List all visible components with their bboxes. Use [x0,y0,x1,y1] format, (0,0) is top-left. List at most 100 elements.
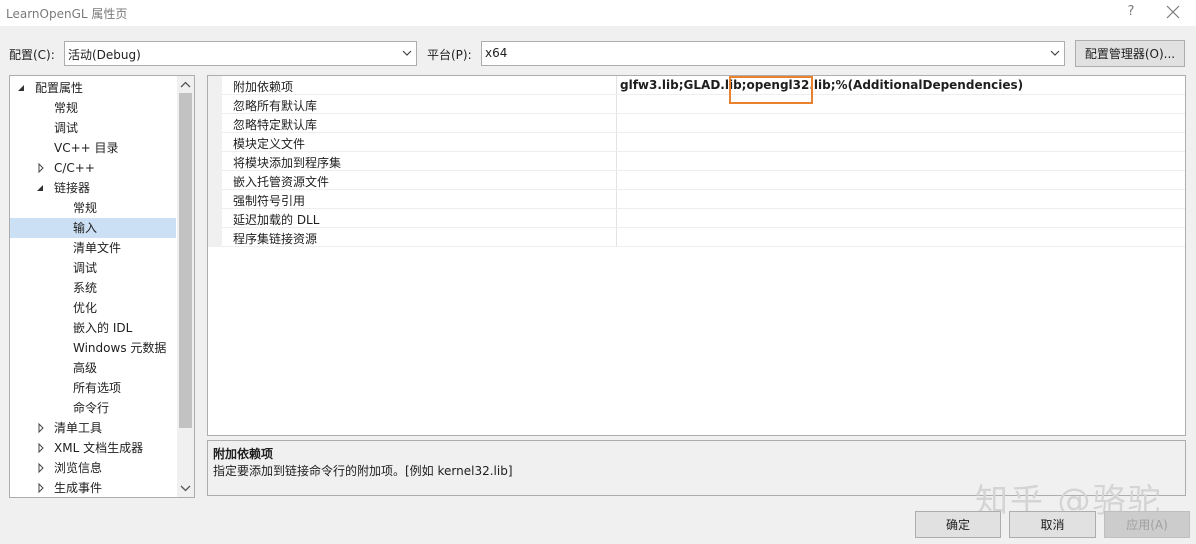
chevron-down-icon [1050,50,1060,56]
property-tree[interactable]: 配置属性 常规 调试 VC++ 目录 C/C++ 链接器 常规 输入 清单文件 调试 系统 优化 嵌入的… [9,75,195,498]
platform-select[interactable]: x64 [481,41,1065,66]
tree-item-label: 优化 [73,301,98,315]
row-gutter [208,133,222,152]
property-name: 将模块添加到程序集 [233,156,342,170]
property-row[interactable]: 延迟加载的 DLL [208,209,1185,228]
row-gutter [208,190,222,209]
config-select[interactable]: 活动(Debug) [64,41,417,66]
tree-item[interactable]: 调试 [10,258,176,278]
collapsed-arrow-icon[interactable] [36,478,46,498]
column-divider [616,228,617,247]
tree-item-label: C/C++ [54,161,95,175]
row-gutter [208,228,222,247]
scroll-thumb[interactable] [179,93,192,428]
scroll-up-icon[interactable] [177,76,194,93]
collapsed-arrow-icon[interactable] [36,438,46,458]
tree-item-label: 所有选项 [73,381,122,395]
tree-item[interactable]: 常规 [10,98,176,118]
tree-item-label: 清单工具 [54,421,103,435]
platform-label: 平台(P): [427,48,472,62]
row-gutter [208,95,222,114]
row-gutter [208,152,222,171]
column-divider [616,209,617,228]
tree-item[interactable]: 所有选项 [10,378,176,398]
tree-item[interactable]: 系统 [10,278,176,298]
chevron-down-icon [402,50,412,56]
property-name: 附加依赖项 [233,80,294,94]
property-row[interactable]: 强制符号引用 [208,190,1185,209]
tree-item[interactable]: 链接器 [10,178,176,198]
tree-item[interactable]: C/C++ [10,158,176,178]
column-divider [616,95,617,114]
tree-item[interactable]: 调试 [10,118,176,138]
property-name: 延迟加载的 DLL [233,213,320,227]
tree-item[interactable]: 高级 [10,358,176,378]
collapsed-arrow-icon[interactable] [36,458,46,478]
tree-item[interactable]: 常规 [10,198,176,218]
tree-item-label: 链接器 [54,181,91,195]
property-row[interactable]: 模块定义文件 [208,133,1185,152]
property-row[interactable]: 忽略特定默认库 [208,114,1185,133]
tree-item[interactable]: 输入 [10,218,176,238]
tree-item-label: 系统 [73,281,98,295]
tree-item-label: 高级 [73,361,98,375]
description-title: 附加依赖项 [213,447,274,461]
config-label: 配置(C): [9,48,55,62]
tree-item-label: 浏览信息 [54,461,103,475]
close-button[interactable] [1160,2,1186,22]
tree-item[interactable]: Windows 元数据 [10,338,176,358]
property-row[interactable]: 将模块添加到程序集 [208,152,1185,171]
configuration-manager-button[interactable]: 配置管理器(O)... [1075,40,1185,67]
row-gutter [208,114,222,133]
help-button[interactable]: ? [1120,2,1142,22]
property-value[interactable]: glfw3.lib;GLAD.lib;opengl32.lib;%(Additi… [620,78,1023,92]
scroll-down-icon[interactable] [177,480,194,497]
tree-item-label: 配置属性 [35,81,84,95]
tree-item-label: 嵌入的 IDL [73,321,133,335]
tree-item[interactable]: 配置属性 [10,78,176,98]
row-gutter [208,171,222,190]
tree-item[interactable]: 优化 [10,298,176,318]
tree-item[interactable]: VC++ 目录 [10,138,176,158]
cancel-button[interactable]: 取消 [1009,511,1096,538]
apply-button[interactable]: 应用(A) [1104,511,1190,538]
property-row[interactable]: 忽略所有默认库 [208,95,1185,114]
property-name: 嵌入托管资源文件 [233,175,330,189]
tree-item[interactable]: 命令行 [10,398,176,418]
property-name: 忽略所有默认库 [233,99,318,113]
tree-item[interactable]: 嵌入的 IDL [10,318,176,338]
tree-item-label: XML 文档生成器 [54,441,144,455]
tree-item-label: 清单文件 [73,241,122,255]
highlight-box [729,76,813,104]
ok-button[interactable]: 确定 [915,511,1001,538]
column-divider [616,171,617,190]
tree-item[interactable]: XML 文档生成器 [10,438,176,458]
column-divider [616,152,617,171]
tree-item-label: 常规 [73,201,98,215]
property-grid[interactable]: 附加依赖项 glfw3.lib;GLAD.lib;opengl32.lib;%(A… [207,75,1186,436]
property-name: 模块定义文件 [233,137,306,151]
title-bar: LearnOpenGL 属性页 ? [0,0,1196,26]
tree-item[interactable]: 清单工具 [10,418,176,438]
tree-item-label: 调试 [73,261,98,275]
column-divider [616,190,617,209]
platform-value: x64 [485,46,508,60]
property-row[interactable]: 程序集链接资源 [208,228,1185,247]
row-gutter [208,76,222,95]
tree-item-label: 调试 [54,121,79,135]
collapsed-arrow-icon[interactable] [36,418,46,438]
tree-scrollbar[interactable] [177,76,194,497]
tree-item[interactable]: 生成事件 [10,478,176,498]
tree-item[interactable]: 浏览信息 [10,458,176,478]
tree-item-label: 生成事件 [54,481,103,495]
property-name: 忽略特定默认库 [233,118,318,132]
row-gutter [208,209,222,228]
description-text: 指定要添加到链接命令行的附加项。[例如 kernel32.lib] [213,464,513,478]
property-name: 强制符号引用 [233,194,306,208]
expanded-arrow-icon[interactable] [36,178,46,198]
collapsed-arrow-icon[interactable] [36,158,46,178]
property-row[interactable]: 附加依赖项 glfw3.lib;GLAD.lib;opengl32.lib;%(A… [208,76,1185,95]
tree-item[interactable]: 清单文件 [10,238,176,258]
expanded-arrow-icon[interactable] [17,78,27,98]
property-row[interactable]: 嵌入托管资源文件 [208,171,1185,190]
